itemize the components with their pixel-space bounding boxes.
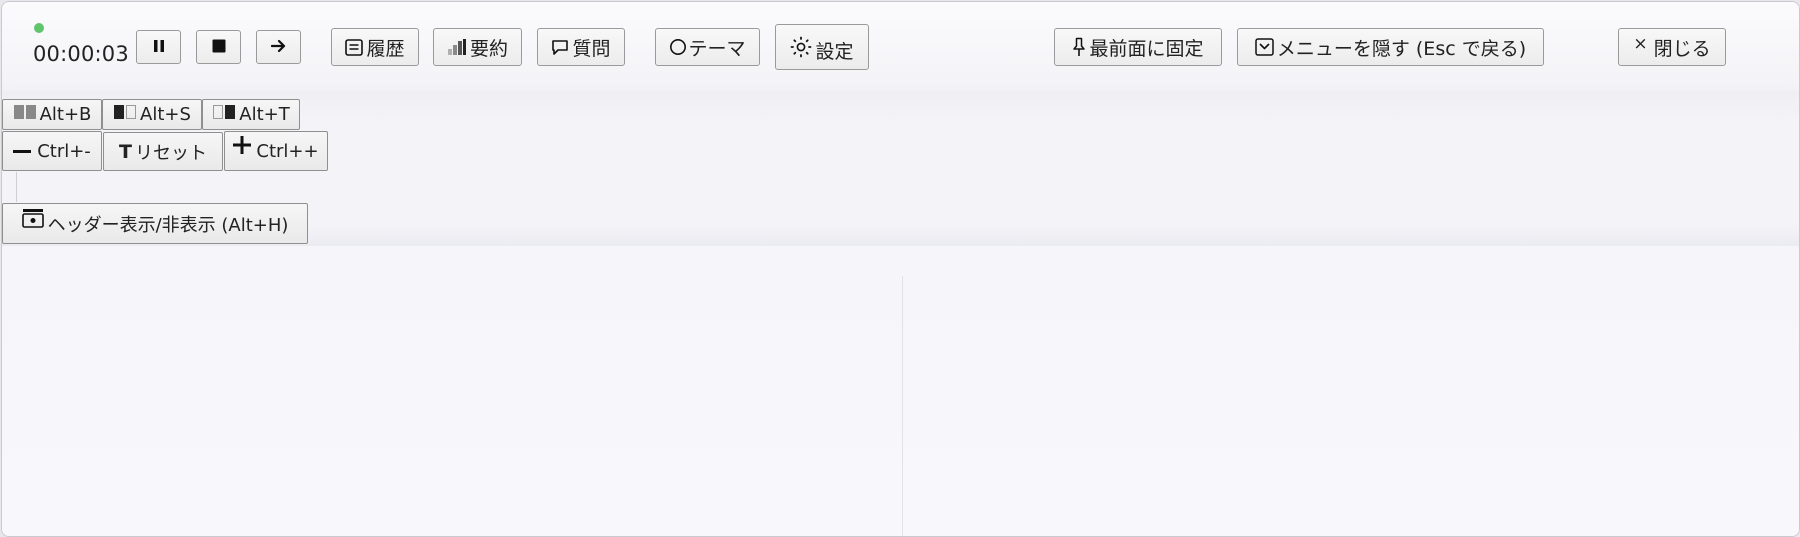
circle-icon	[669, 38, 687, 56]
plus-icon	[233, 135, 252, 159]
history-button[interactable]: 履歴	[331, 28, 419, 66]
theme-button[interactable]: テーマ	[655, 28, 760, 66]
toggle-header-button[interactable]: ヘッダー表示/非表示 (Alt+H)	[2, 203, 308, 244]
font-reset-button[interactable]: T リセット	[103, 132, 223, 171]
source-text-pane	[2, 246, 902, 536]
layout-source-button[interactable]: Alt+S	[102, 99, 202, 130]
layout-both-button[interactable]: Alt+B	[2, 99, 102, 130]
summary-button[interactable]: 要約	[433, 28, 522, 66]
stop-button[interactable]	[196, 30, 241, 64]
hide-menu-button[interactable]: メニューを隠す (Esc で戻る)	[1237, 28, 1544, 66]
pause-icon	[153, 36, 165, 58]
header-window-icon	[21, 208, 44, 233]
shortcut-panel: Alt+B Alt+S Alt+T Ctrl+- T リセット Ctrl++ ヘ…	[2, 91, 1799, 246]
pause-button[interactable]	[136, 30, 181, 64]
split-right-icon	[212, 104, 237, 125]
transcript-area	[2, 246, 1799, 536]
speech-bubble-icon	[551, 39, 569, 56]
bar-chart-icon	[447, 38, 467, 56]
pin-icon	[1072, 37, 1086, 57]
control-bar: 00:00:03 履歴 要約 質問 テーマ 設定 最前面に固定 メニューを隠す …	[2, 2, 1799, 91]
close-icon: ×	[1633, 34, 1648, 54]
settings-button[interactable]: 設定	[775, 24, 869, 70]
split-both-icon	[13, 104, 38, 125]
close-button[interactable]: × 閉じる	[1618, 28, 1726, 66]
sun-gear-icon	[790, 36, 812, 58]
question-button[interactable]: 質問	[537, 28, 625, 66]
stop-icon	[212, 36, 226, 58]
split-left-icon	[113, 104, 138, 125]
panel-divider	[16, 172, 17, 202]
translation-text-pane	[903, 246, 1799, 536]
elapsed-timer: 00:00:03	[33, 42, 129, 66]
app-window: 00:00:03 履歴 要約 質問 テーマ 設定 最前面に固定 メニューを隠す …	[1, 1, 1800, 537]
layout-translation-button[interactable]: Alt+T	[202, 99, 300, 130]
document-list-icon	[345, 38, 364, 56]
font-larger-button[interactable]: Ctrl++	[224, 131, 328, 171]
text-t-icon: T	[119, 140, 132, 163]
recording-indicator	[34, 23, 44, 33]
font-smaller-button[interactable]: Ctrl+-	[2, 131, 102, 171]
pin-on-top-button[interactable]: 最前面に固定	[1054, 28, 1222, 66]
arrow-right-icon	[270, 36, 287, 58]
forward-button[interactable]	[256, 30, 301, 64]
minus-icon	[13, 138, 32, 159]
chevron-box-icon	[1255, 38, 1274, 56]
